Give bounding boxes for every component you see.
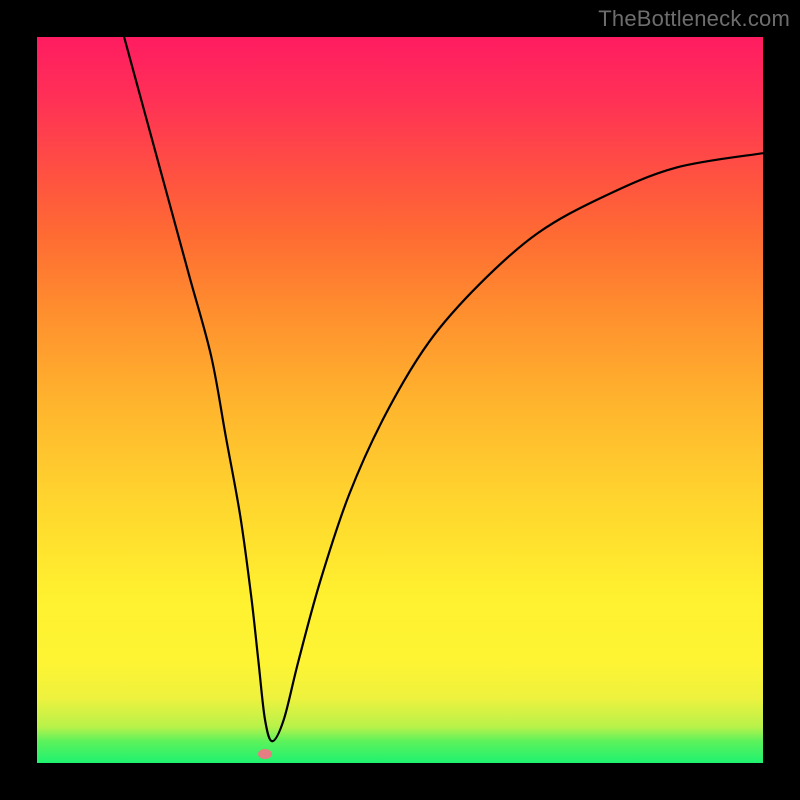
minimum-marker	[258, 749, 272, 759]
curve-svg	[37, 37, 763, 763]
watermark-text: TheBottleneck.com	[598, 6, 790, 32]
bottleneck-curve	[124, 37, 763, 741]
plot-area	[37, 37, 763, 763]
chart-frame: TheBottleneck.com	[0, 0, 800, 800]
